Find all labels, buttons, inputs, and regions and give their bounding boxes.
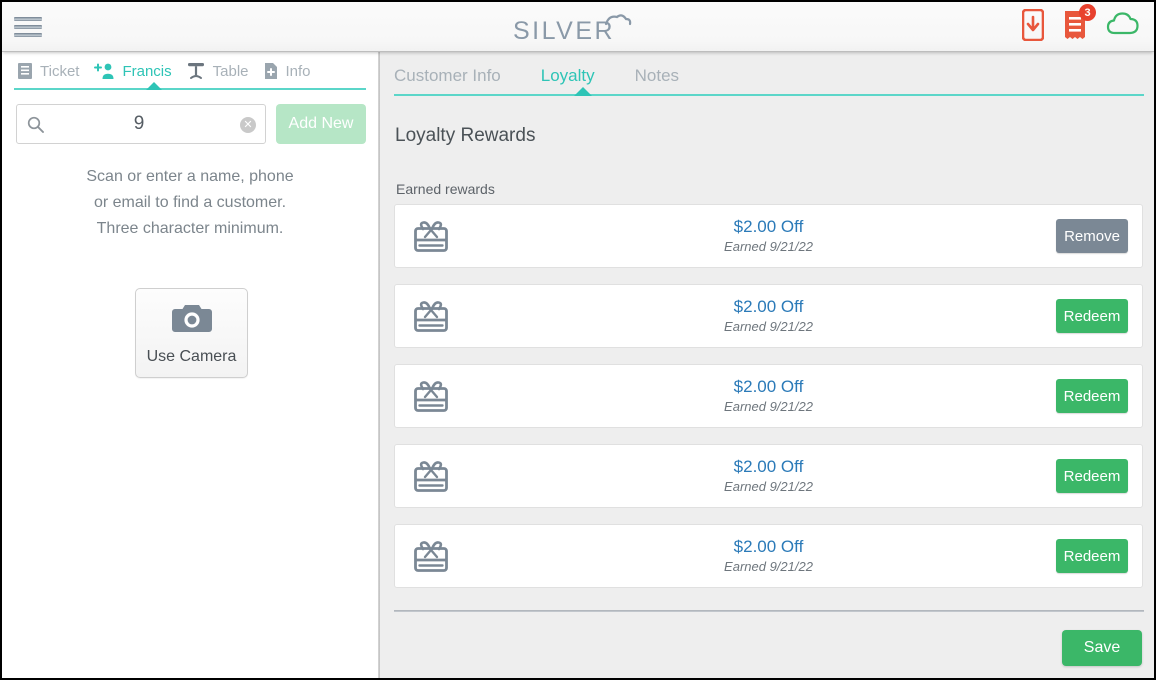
cloud-status-icon[interactable]: [1106, 9, 1140, 41]
search-input[interactable]: [17, 105, 265, 143]
search-icon: [27, 116, 44, 133]
hint-line: Three character minimum.: [96, 220, 284, 237]
right-tab-active-caret: [574, 87, 592, 96]
app-header: SILVER 3: [2, 2, 1154, 52]
search-box[interactable]: ✕: [16, 104, 266, 144]
add-new-button[interactable]: Add New: [276, 104, 366, 144]
silver-logo-svg: SILVER: [513, 14, 632, 45]
page-title: Loyalty Rewards: [395, 125, 536, 146]
footer-divider: [394, 610, 1144, 612]
tab-notes[interactable]: Notes: [635, 66, 701, 86]
reward-details: $2.00 Off Earned 9/21/22: [395, 456, 1142, 496]
rewards-list: $2.00 Off Earned 9/21/22 Remove $2.00 Of…: [394, 204, 1143, 604]
redeem-reward-button[interactable]: Redeem: [1056, 539, 1128, 573]
reward-amount: $2.00 Off: [733, 297, 804, 316]
reward-details: $2.00 Off Earned 9/21/22: [395, 536, 1142, 576]
reward-earned-date: Earned 9/21/22: [724, 479, 813, 494]
save-button[interactable]: Save: [1062, 630, 1142, 666]
table-row: $2.00 Off Earned 9/21/22 Redeem: [394, 284, 1143, 348]
svg-text:SILVER: SILVER: [513, 17, 615, 45]
reward-amount: $2.00 Off: [733, 217, 804, 236]
sidebar-item-label: Table: [212, 62, 249, 80]
reward-details: $2.00 Off Earned 9/21/22: [395, 216, 1142, 256]
reward-earned-date: Earned 9/21/22: [724, 559, 813, 574]
left-tab-underline: [14, 88, 366, 90]
sidebar-item-info[interactable]: Info: [256, 52, 318, 90]
receipt-icon[interactable]: 3: [1062, 4, 1096, 41]
reward-earned-date: Earned 9/21/22: [724, 239, 813, 254]
table-row: $2.00 Off Earned 9/21/22 Redeem: [394, 364, 1143, 428]
use-camera-label: Use Camera: [146, 347, 237, 365]
info-document-icon: [263, 62, 279, 80]
receipt-badge-count: 3: [1079, 4, 1096, 21]
right-panel: Customer Info Loyalty Notes Loyalty Rewa…: [380, 52, 1154, 678]
silver-logo: SILVER: [2, 13, 1154, 45]
use-camera-button[interactable]: Use Camera: [135, 288, 248, 378]
table-row: $2.00 Off Earned 9/21/22 Redeem: [394, 444, 1143, 508]
panel-divider: [378, 52, 380, 678]
tab-loyalty[interactable]: Loyalty: [541, 66, 617, 86]
sidebar-item-label: Ticket: [40, 62, 80, 80]
camera-icon: [171, 301, 213, 340]
search-hint-text: Scan or enter a name, phone or email to …: [2, 164, 378, 242]
reward-details: $2.00 Off Earned 9/21/22: [395, 296, 1142, 336]
left-tab-active-caret: [146, 82, 162, 90]
earned-rewards-label: Earned rewards: [396, 181, 495, 197]
header-icon-group: 3: [1021, 4, 1140, 42]
add-person-icon: [93, 62, 115, 80]
cash-drawer-icon[interactable]: [1021, 8, 1045, 42]
reward-earned-date: Earned 9/21/22: [724, 399, 813, 414]
right-tab-bar: Customer Info Loyalty Notes: [380, 52, 1154, 96]
sidebar-item-label: Francis: [122, 62, 172, 80]
reward-amount: $2.00 Off: [733, 537, 804, 556]
table-row: $2.00 Off Earned 9/21/22 Remove: [394, 204, 1143, 268]
hint-line: or email to find a customer.: [93, 194, 287, 211]
redeem-reward-button[interactable]: Redeem: [1056, 299, 1128, 333]
hint-line: Scan or enter a name, phone: [86, 168, 294, 185]
clear-x-icon[interactable]: ✕: [240, 117, 256, 133]
sidebar-item-table[interactable]: Table: [179, 52, 256, 90]
left-panel: Ticket Francis Table Info 9 ✕ Add New Sc…: [2, 52, 378, 678]
reward-amount: $2.00 Off: [733, 377, 804, 396]
redeem-reward-button[interactable]: Redeem: [1056, 379, 1128, 413]
sidebar-item-label: Info: [285, 62, 311, 80]
sidebar-item-ticket[interactable]: Ticket: [10, 52, 86, 90]
reward-amount: $2.00 Off: [733, 457, 804, 476]
reward-details: $2.00 Off Earned 9/21/22: [395, 376, 1142, 416]
sidebar-item-customer[interactable]: Francis: [86, 52, 178, 90]
table-icon: [186, 61, 206, 81]
remove-reward-button[interactable]: Remove: [1056, 219, 1128, 253]
redeem-reward-button[interactable]: Redeem: [1056, 459, 1128, 493]
right-tab-underline: [394, 94, 1144, 96]
tab-customer-info[interactable]: Customer Info: [394, 66, 523, 86]
left-tab-bar: Ticket Francis Table Info: [2, 52, 378, 90]
customer-search-row: ✕ Add New: [16, 104, 366, 144]
reward-earned-date: Earned 9/21/22: [724, 319, 813, 334]
pos-app-window: SILVER 3 Ticket Francis Table Info 9 ✕ A…: [0, 0, 1156, 680]
table-row: $2.00 Off Earned 9/21/22 Redeem: [394, 524, 1143, 588]
ticket-icon: [17, 62, 33, 80]
